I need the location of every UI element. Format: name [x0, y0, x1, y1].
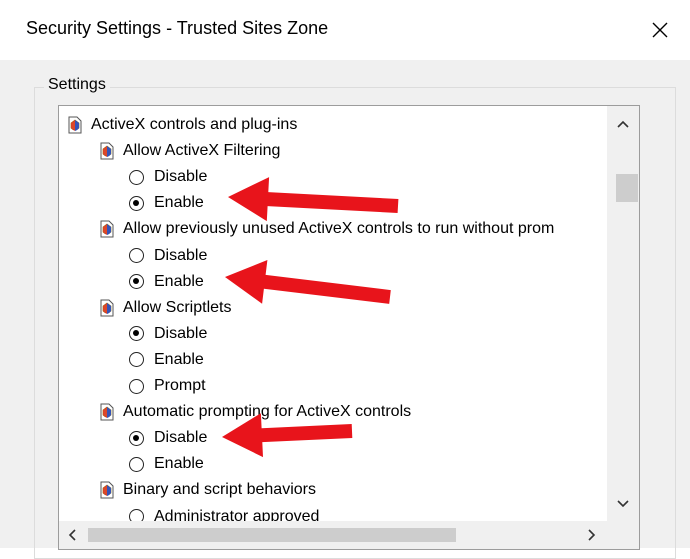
tree-row-label: Disable — [154, 246, 208, 264]
vertical-scroll-thumb[interactable] — [616, 174, 638, 202]
radio-option[interactable]: Disable — [129, 425, 207, 451]
tree-setting[interactable]: Binary and script behaviors — [99, 477, 316, 503]
radio-option[interactable]: Enable — [129, 347, 204, 373]
settings-node-icon — [100, 220, 114, 238]
close-icon — [652, 22, 668, 38]
horizontal-scrollbar[interactable] — [59, 521, 607, 549]
window-edge — [682, 60, 690, 548]
settings-group-label: Settings — [44, 76, 110, 94]
radio-button[interactable] — [129, 456, 144, 472]
chevron-left-icon — [68, 529, 76, 541]
tree-setting[interactable]: Allow previously unused ActiveX controls… — [99, 216, 554, 242]
tree-row-label: Enable — [154, 455, 204, 473]
radio-option[interactable]: Disable — [129, 321, 207, 347]
radio-option[interactable]: Disable — [129, 164, 207, 190]
security-settings-dialog: Security Settings - Trusted Sites Zone S… — [0, 0, 690, 559]
tree-setting[interactable]: Automatic prompting for ActiveX controls — [99, 399, 411, 425]
radio-option[interactable]: Enable — [129, 451, 204, 477]
tree-row-label: Allow Scriptlets — [123, 298, 232, 316]
radio-option[interactable]: Disable — [129, 243, 207, 269]
radio-option[interactable]: Prompt — [129, 373, 206, 399]
tree-row-label: Disable — [154, 324, 208, 342]
scroll-down-button[interactable] — [607, 492, 639, 516]
chevron-up-icon — [617, 120, 629, 128]
radio-button[interactable] — [129, 169, 144, 185]
tree-row-label: Disable — [154, 168, 208, 186]
tree-row-label: Allow ActiveX Filtering — [123, 142, 281, 160]
settings-node-icon — [100, 142, 114, 160]
scroll-left-button[interactable] — [59, 521, 85, 549]
radio-button[interactable] — [129, 430, 144, 446]
settings-node-icon — [100, 403, 114, 421]
dialog-client-area: Settings ActiveX controls and plug-ins Al… — [0, 60, 690, 559]
chevron-down-icon — [617, 500, 629, 508]
chevron-right-icon — [588, 529, 596, 541]
tree-row-label: Enable — [154, 350, 204, 368]
tree-row-label: Enable — [154, 272, 204, 290]
title-bar: Security Settings - Trusted Sites Zone — [0, 0, 690, 60]
tree-row-label: Enable — [154, 194, 204, 212]
radio-button[interactable] — [129, 248, 144, 263]
vertical-scrollbar[interactable] — [607, 106, 639, 521]
radio-option[interactable]: Enable — [129, 190, 204, 216]
radio-button[interactable] — [129, 326, 144, 342]
horizontal-scroll-thumb[interactable] — [88, 528, 456, 542]
tree-row-label: Prompt — [154, 377, 206, 394]
settings-node-icon — [100, 481, 114, 499]
tree-setting[interactable]: Allow ActiveX Filtering — [99, 138, 280, 164]
scroll-up-button[interactable] — [607, 112, 639, 136]
tree-category[interactable]: ActiveX controls and plug-ins — [67, 112, 297, 138]
scroll-right-button[interactable] — [579, 521, 605, 549]
settings-node-icon — [100, 299, 114, 317]
tree-setting[interactable]: Allow Scriptlets — [99, 295, 231, 321]
radio-option[interactable]: Enable — [129, 269, 204, 295]
radio-button[interactable] — [129, 378, 144, 394]
dialog-title: Security Settings - Trusted Sites Zone — [26, 18, 329, 38]
settings-tree[interactable]: ActiveX controls and plug-ins Allow Activ… — [58, 105, 640, 550]
tree-row-label: Disable — [154, 429, 208, 447]
scrollbar-corner — [607, 521, 639, 549]
radio-button[interactable] — [129, 274, 144, 290]
tree-row-label: Automatic prompting for ActiveX controls — [123, 403, 412, 421]
radio-button[interactable] — [129, 195, 144, 211]
tree-row-label: Allow previously unused ActiveX controls… — [123, 220, 555, 238]
tree-row-label: Binary and script behaviors — [123, 481, 316, 499]
radio-button[interactable] — [129, 352, 144, 368]
close-button[interactable] — [630, 0, 690, 60]
settings-node-icon — [68, 116, 82, 134]
tree-row-label: ActiveX controls and plug-ins — [91, 116, 298, 133]
